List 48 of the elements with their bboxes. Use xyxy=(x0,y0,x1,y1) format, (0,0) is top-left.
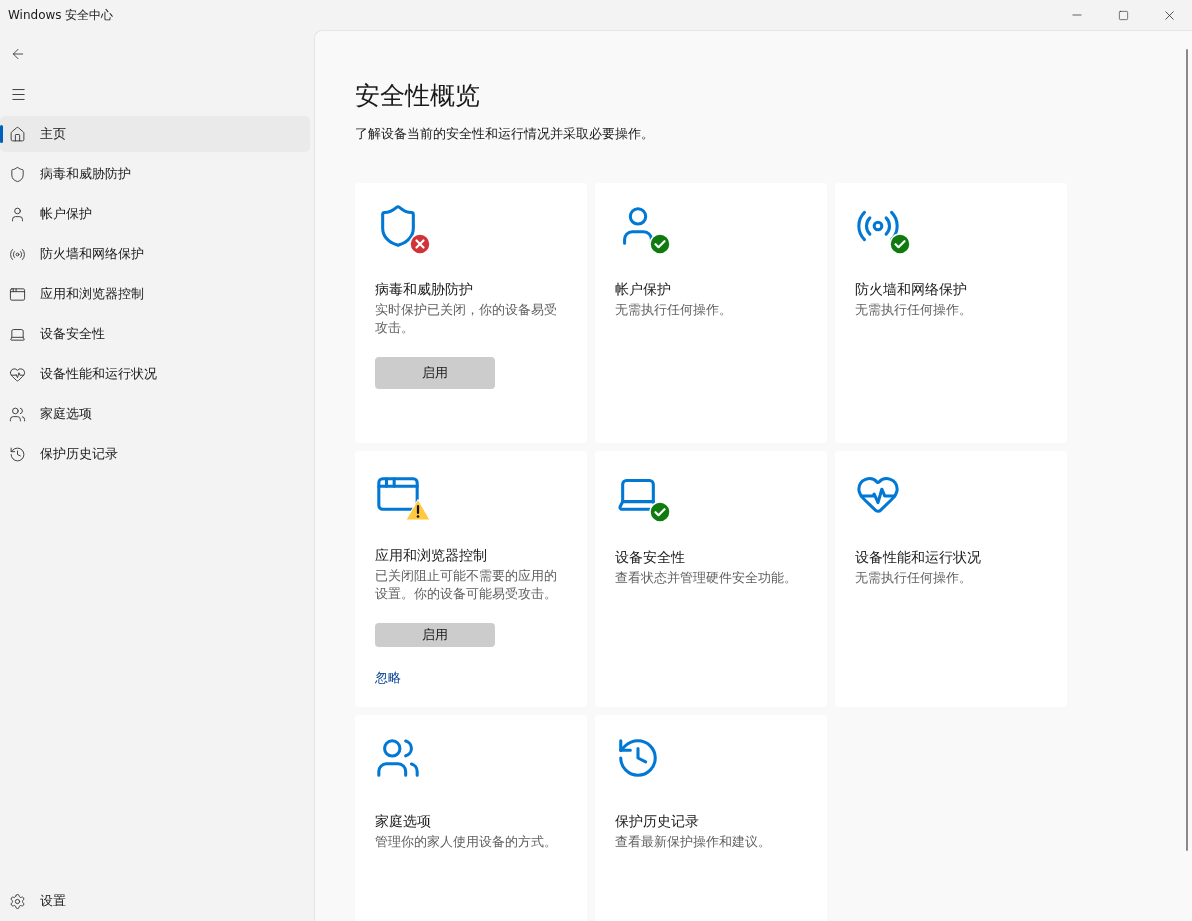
card-title: 应用和浏览器控制 xyxy=(375,547,487,565)
maximize-icon xyxy=(1117,9,1129,21)
sidebar-item[interactable]: 帐户保护 xyxy=(0,196,310,232)
check-badge-icon xyxy=(889,233,911,255)
card-title: 保护历史记录 xyxy=(615,813,699,831)
window-title: Windows 安全中心 xyxy=(8,6,114,24)
card-description: 无需执行任何操作。 xyxy=(855,569,972,587)
page-title: 安全性概览 xyxy=(355,80,481,112)
card-title: 设备性能和运行状况 xyxy=(855,549,981,567)
sidebar-item[interactable]: 主页 xyxy=(0,116,310,152)
dismiss-link[interactable]: 忽略 xyxy=(375,669,401,687)
sidebar-item[interactable]: 保护历史记录 xyxy=(0,436,310,472)
error-badge-icon xyxy=(409,233,431,255)
card-description: 查看状态并管理硬件安全功能。 xyxy=(615,569,797,587)
shield-icon xyxy=(9,165,26,183)
user-icon xyxy=(9,205,26,223)
card-description: 管理你的家人使用设备的方式。 xyxy=(375,833,557,851)
card-description: 查看最新保护操作和建议。 xyxy=(615,833,771,851)
selection-indicator xyxy=(0,125,3,143)
history-icon xyxy=(9,445,26,463)
scrollbar[interactable] xyxy=(1186,49,1188,851)
people-icon xyxy=(9,405,26,423)
sidebar-item[interactable]: 设备安全性 xyxy=(0,316,310,352)
warning-badge-icon xyxy=(405,498,431,521)
card-description: 无需执行任何操作。 xyxy=(615,301,732,319)
card-title: 设备安全性 xyxy=(615,549,685,567)
card-title: 防火墙和网络保护 xyxy=(855,281,967,299)
sidebar-item[interactable]: 应用和浏览器控制 xyxy=(0,276,310,312)
card-description: 实时保护已关闭，你的设备易受攻击。 xyxy=(375,301,558,337)
card-title: 帐户保护 xyxy=(615,281,671,299)
check-badge-icon xyxy=(649,233,671,255)
card-title: 家庭选项 xyxy=(375,813,431,831)
window-icon xyxy=(9,285,26,303)
home-icon xyxy=(9,125,26,143)
turn-on-button[interactable]: 启用 xyxy=(375,357,495,389)
sidebar-item[interactable]: 病毒和威胁防护 xyxy=(0,156,310,192)
sidebar-item[interactable]: 设备性能和运行状况 xyxy=(0,356,310,392)
card-description: 无需执行任何操作。 xyxy=(855,301,972,319)
settings-icon xyxy=(9,892,26,910)
check-badge-icon xyxy=(649,501,671,523)
heartbeat-icon xyxy=(9,365,26,383)
card-title: 病毒和威胁防护 xyxy=(375,281,473,299)
page-subtitle: 了解设备当前的安全性和运行情况并采取必要操作。 xyxy=(355,126,655,143)
card-description: 已关闭阻止可能不需要的应用的设置。你的设备可能易受攻击。 xyxy=(375,567,558,603)
turn-on-button[interactable]: 启用 xyxy=(375,623,495,647)
sidebar-item[interactable]: 家庭选项 xyxy=(0,396,310,432)
sidebar-item[interactable]: 防火墙和网络保护 xyxy=(0,236,310,272)
settings-item[interactable]: 设置 xyxy=(0,883,310,919)
